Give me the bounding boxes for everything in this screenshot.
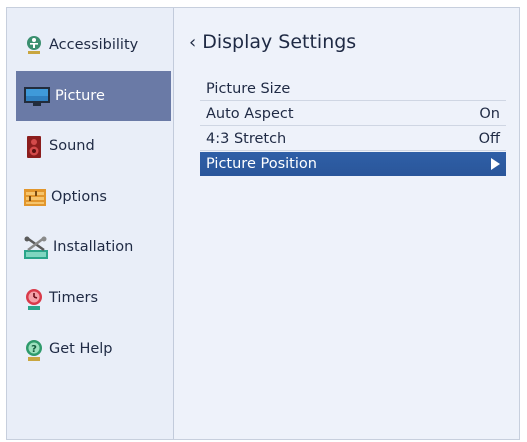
menu-item-label: Picture Size bbox=[206, 80, 291, 97]
sidebar-item-accessibility[interactable]: Accessibility bbox=[16, 20, 171, 70]
sidebar-item-timers[interactable]: Timers bbox=[16, 273, 171, 323]
tv-picture-icon bbox=[23, 85, 51, 107]
menu-item-label: Auto Aspect bbox=[206, 105, 294, 122]
sidebar-item-get-help[interactable]: ? Get Help bbox=[16, 324, 171, 374]
sidebar-item-label: Accessibility bbox=[49, 37, 139, 53]
menu-item-label: Picture Position bbox=[206, 156, 317, 172]
sidebar-item-installation[interactable]: Installation bbox=[16, 222, 171, 272]
menu-item-picture-size[interactable]: Picture Size bbox=[200, 77, 506, 101]
sidebar: Accessibility Picture Sound Options Inst… bbox=[7, 8, 174, 439]
menu-item-stretch[interactable]: 4:3 Stretch Off bbox=[200, 127, 506, 151]
play-arrow-icon bbox=[490, 158, 500, 170]
sidebar-item-sound[interactable]: Sound bbox=[16, 121, 171, 171]
timer-icon bbox=[23, 287, 45, 310]
sidebar-item-label: Sound bbox=[49, 138, 95, 154]
sidebar-item-label: Options bbox=[51, 189, 107, 205]
installation-tools-icon bbox=[23, 236, 49, 259]
sidebar-item-options[interactable]: Options bbox=[16, 172, 171, 222]
settings-list: Picture Size Auto Aspect On 4:3 Stretch … bbox=[200, 77, 506, 177]
speaker-icon bbox=[23, 135, 45, 158]
menu-item-picture-position[interactable]: Picture Position bbox=[200, 152, 506, 176]
sidebar-item-picture[interactable]: Picture bbox=[16, 71, 171, 121]
options-icon bbox=[23, 186, 47, 208]
sidebar-item-label: Timers bbox=[49, 290, 99, 306]
menu-item-value: On bbox=[479, 105, 500, 122]
help-icon: ? bbox=[23, 338, 45, 361]
menu-item-auto-aspect[interactable]: Auto Aspect On bbox=[200, 102, 506, 126]
settings-window: Accessibility Picture Sound Options Inst… bbox=[6, 7, 520, 440]
page-header: ‹ Display Settings bbox=[189, 31, 356, 53]
sidebar-item-label: Installation bbox=[53, 239, 134, 255]
sidebar-item-label: Picture bbox=[55, 88, 105, 104]
page-title: Display Settings bbox=[202, 31, 357, 53]
menu-item-label: 4:3 Stretch bbox=[206, 130, 287, 147]
svg-text:?: ? bbox=[31, 344, 37, 355]
sidebar-item-label: Get Help bbox=[49, 341, 113, 357]
menu-item-value: Off bbox=[478, 130, 500, 147]
chevron-left-icon[interactable]: ‹ bbox=[189, 32, 196, 53]
accessibility-icon bbox=[23, 34, 45, 56]
main-panel: ‹ Display Settings Picture Size Auto Asp… bbox=[174, 8, 519, 439]
